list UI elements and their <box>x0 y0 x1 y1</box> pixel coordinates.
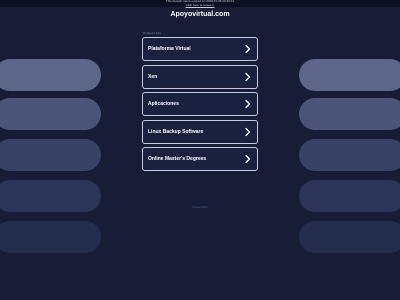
left-decor-pill-2 <box>0 98 101 130</box>
link-aplicaciones[interactable]: Aplicaciones <box>142 92 258 116</box>
chevron-right-icon <box>245 44 251 54</box>
link-label: Plataforma Virtual <box>148 46 191 52</box>
right-decor-pill-5 <box>299 221 400 253</box>
link-online-masters-degrees[interactable]: Online Master's Degrees <box>142 147 258 171</box>
right-decor-pill-1 <box>299 59 400 91</box>
related-links-heading: Related Links <box>143 31 162 35</box>
parked-domain-page: This domain name expired on 2020-10-06 2… <box>0 0 400 300</box>
link-label: Xen <box>148 73 158 80</box>
domain-title: Apoyovirtual.com <box>170 11 230 18</box>
left-decor-pill-1 <box>0 59 101 91</box>
link-plataforma-virtual[interactable]: Plataforma Virtual <box>142 37 258 61</box>
privacy-policy-link[interactable]: Privacy Policy <box>0 206 400 209</box>
link-label: Aplicaciones <box>148 101 179 107</box>
link-label: Linux Backup Software <box>148 128 204 135</box>
link-label: Online Master's Degrees <box>148 156 207 162</box>
left-decor-pill-5 <box>0 221 101 253</box>
right-decor-pill-2 <box>299 98 400 130</box>
right-decor-pill-3 <box>299 139 400 171</box>
related-links-list: Plataforma Virtual Xen Aplicaciones Linu… <box>142 37 258 175</box>
chevron-right-icon <box>245 72 251 81</box>
link-xen[interactable]: Xen <box>142 64 258 89</box>
chevron-right-icon <box>245 99 251 109</box>
renew-link[interactable]: Click here to renew it. <box>0 3 400 8</box>
chevron-right-icon <box>245 127 251 136</box>
link-linux-backup-software[interactable]: Linux Backup Software <box>142 119 258 144</box>
expiry-banner: This domain name expired on 2020-10-06 2… <box>0 0 400 7</box>
chevron-right-icon <box>245 154 251 164</box>
left-decor-pill-3 <box>0 139 101 171</box>
